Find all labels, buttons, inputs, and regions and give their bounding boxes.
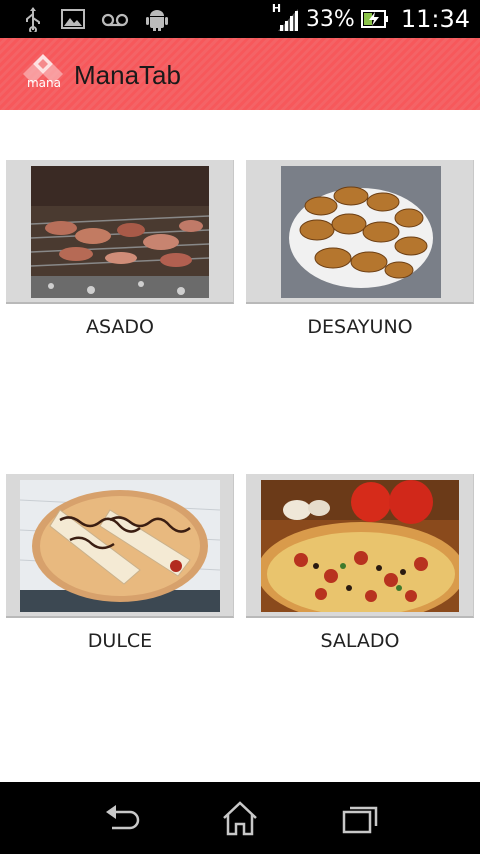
home-icon[interactable] xyxy=(218,798,262,838)
notification-icons xyxy=(20,6,170,32)
voicemail-icon xyxy=(101,13,129,27)
category-card-dulce[interactable] xyxy=(6,474,234,618)
back-icon[interactable] xyxy=(100,798,144,838)
category-label-desayuno[interactable]: DESAYUNO xyxy=(246,316,474,338)
system-indicators: H 33% 11:34 xyxy=(272,2,470,33)
category-card-desayuno[interactable] xyxy=(246,160,474,304)
battery-charging-icon xyxy=(360,10,388,28)
usb-icon xyxy=(26,7,40,32)
status-bar: H 33% 11:34 xyxy=(0,0,480,38)
logo-text: mana xyxy=(26,76,61,90)
app-title: ManaTab xyxy=(74,60,181,90)
android-icon xyxy=(146,10,168,31)
category-label-dulce[interactable]: DULCE xyxy=(6,630,234,652)
category-label-asado[interactable]: ASADO xyxy=(6,316,234,338)
recent-apps-icon[interactable] xyxy=(338,798,382,838)
category-label-salado[interactable]: SALADO xyxy=(246,630,474,652)
signal-icon: H xyxy=(272,2,300,33)
navigation-bar xyxy=(0,782,480,854)
category-card-asado[interactable] xyxy=(6,160,234,304)
category-card-salado[interactable] xyxy=(246,474,474,618)
desayuno-image xyxy=(281,166,441,298)
salado-image xyxy=(261,480,459,612)
battery-percent: 33% xyxy=(305,6,355,32)
clock: 11:34 xyxy=(400,5,470,33)
category-grid: ASADO DESAYUNO DULCE SALADO xyxy=(0,110,480,782)
asado-image xyxy=(31,166,209,298)
dulce-image xyxy=(20,480,220,612)
action-bar: mana ManaTab xyxy=(0,38,480,110)
image-icon xyxy=(61,9,85,29)
